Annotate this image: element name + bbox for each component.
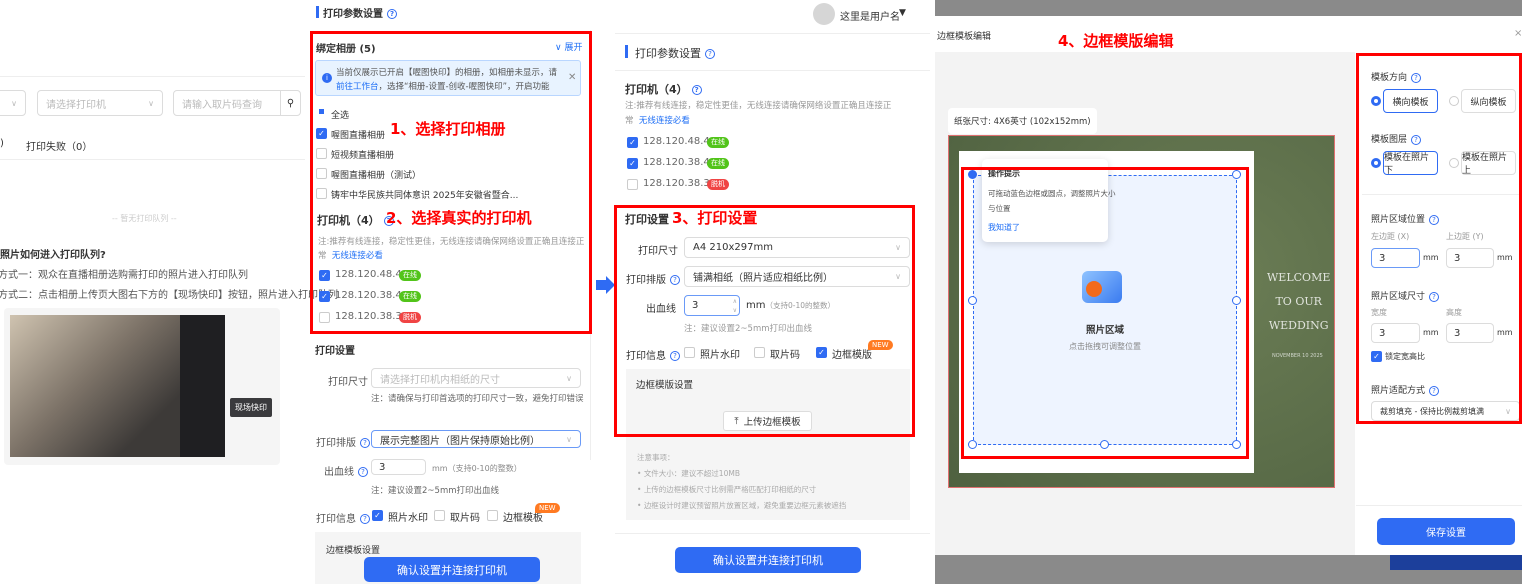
chevron-down-icon: ∨: [566, 434, 572, 444]
caret-down-icon[interactable]: ▼: [899, 8, 906, 18]
divider: [0, 159, 305, 160]
annotation-box: [614, 205, 915, 437]
print-info-label: 取片码: [450, 513, 480, 524]
title-bar-accent: [316, 6, 319, 18]
printer-select[interactable]: 请选择打印机 ∨: [37, 90, 163, 116]
bleed-input[interactable]: 3: [371, 459, 426, 475]
help-icon[interactable]: ?: [705, 49, 715, 59]
help-icon[interactable]: ?: [360, 514, 370, 524]
print-size-select[interactable]: 请选择打印机内相纸的尺寸 ∨: [371, 368, 581, 388]
printer-status-badge: 在线: [707, 137, 729, 148]
info-label: 打印信息: [316, 514, 356, 525]
help-title: 照片如何进入打印队列?: [0, 250, 106, 261]
layout-label: 打印排版: [316, 438, 356, 449]
template-line: WELCOME: [1267, 271, 1331, 284]
printer-status-badge: 在线: [707, 158, 729, 169]
annotation-box: [961, 167, 1249, 459]
search-button[interactable]: ⚲: [280, 90, 301, 116]
divider: [615, 70, 930, 71]
bleed-unit: mm（支持0-10的整数）: [432, 464, 522, 473]
printer-ip: 128.120.38.31: [643, 178, 717, 189]
bleed-label: 出血线: [324, 467, 354, 478]
divider: [1356, 505, 1522, 506]
confirm-connect-button[interactable]: 确认设置并连接打印机: [364, 557, 540, 582]
size-label: 打印尺寸: [328, 377, 368, 388]
help-method-2: 方式二：点击相册上传页大图右下方的【现场快印】按钮，照片进入打印队列: [0, 290, 338, 301]
bleed-note: 注：建议设置2~5mm打印出血线: [371, 486, 499, 496]
tab-print-failed[interactable]: 打印失败（0）: [26, 138, 92, 153]
printers-title: 打印机（4）: [625, 83, 688, 96]
print-info-checkbox[interactable]: [487, 510, 498, 521]
printer-select-placeholder: 请选择打印机: [46, 99, 106, 111]
printer-checkbox[interactable]: ✓: [627, 158, 638, 169]
search-icon: ⚲: [286, 97, 295, 109]
annotation-box: [1356, 53, 1522, 424]
printer-ip: 128.120.48.40: [643, 136, 717, 147]
example-photo: [10, 315, 180, 457]
paper-size-label: 纸张尺寸: 4X6英寸 (102x152mm): [948, 108, 1097, 134]
title-bar-accent: [625, 45, 628, 58]
divider: [615, 33, 930, 34]
quick-print-tooltip: 现场快印: [230, 398, 272, 417]
empty-queue-text: -- 暂无打印队列 --: [112, 214, 177, 223]
annotation-step-4: 4、边框模版编辑: [1058, 32, 1174, 50]
note-item: 边框设计时建议预留照片放置区域，避免重要边框元素被遮挡: [643, 501, 847, 510]
modal-title: 边框模板编辑: [937, 32, 992, 42]
panel-title: 打印参数设置: [323, 9, 383, 20]
help-icon[interactable]: ?: [358, 467, 368, 477]
arrow-right-icon: [596, 280, 606, 290]
layout-value: 展示完整图片（图片保持原始比例）: [380, 435, 540, 447]
size-note: 注：请确保与打印首选项的打印尺寸一致，避免打印错误: [371, 394, 584, 404]
username[interactable]: 这里是用户名: [840, 8, 900, 23]
modal-backdrop: [935, 0, 1522, 16]
frame-settings-title: 边框模板设置: [326, 546, 381, 556]
divider: [0, 76, 305, 77]
example-card: 现场快印: [4, 308, 280, 465]
help-method-1: 方式一：观众在直播相册选购需打印的照片进入打印队列: [0, 270, 248, 281]
code-search-input[interactable]: 请输入取片码查询: [173, 90, 281, 116]
bleed-value: 3: [379, 461, 386, 473]
code-search-placeholder: 请输入取片码查询: [182, 99, 262, 111]
chevron-down-icon: ∨: [148, 98, 154, 108]
close-icon[interactable]: ×: [1514, 28, 1522, 39]
save-settings-button[interactable]: 保存设置: [1377, 518, 1515, 545]
chevron-down-icon: ∨: [566, 373, 572, 383]
help-icon[interactable]: ?: [691, 85, 702, 95]
print-settings-title: 打印设置: [315, 346, 355, 357]
example-sidebar: [180, 315, 225, 457]
tab-previous[interactable]: ): [0, 138, 4, 149]
template-line: TO OUR: [1275, 295, 1322, 308]
divider: [615, 533, 930, 534]
new-badge: NEW: [535, 503, 560, 513]
wireless-guide-link[interactable]: 无线连接必看: [639, 116, 690, 126]
status-select[interactable]: ∨: [0, 90, 26, 116]
notes-title: 注意事项：: [637, 453, 675, 462]
note-item: 文件大小：建议不超过10MB: [643, 469, 740, 478]
template-date: NOVEMBER 10 2025: [1272, 353, 1323, 359]
annotation-box: [310, 31, 592, 334]
print-info-checkbox[interactable]: [434, 510, 445, 521]
size-placeholder: 请选择打印机内相纸的尺寸: [380, 374, 500, 386]
printer-ip: 128.120.38.40: [643, 157, 717, 168]
print-info-label: 照片水印: [388, 513, 428, 524]
note-item: 上传的边框模板尺寸比例需严格匹配打印相纸的尺寸: [643, 485, 817, 494]
panel-title: 打印参数设置: [635, 47, 701, 60]
chevron-down-icon: ∨: [11, 98, 17, 108]
template-text: WELCOME TO OUR WEDDING: [1267, 266, 1330, 338]
print-info-checkbox[interactable]: ✓: [372, 510, 383, 521]
layout-select[interactable]: 展示完整图片（图片保持原始比例） ∨: [371, 430, 581, 448]
printer-checkbox[interactable]: ✓: [627, 137, 638, 148]
background-button: [1390, 555, 1522, 570]
confirm-connect-button[interactable]: 确认设置并连接打印机: [675, 547, 861, 573]
template-line: WEDDING: [1268, 319, 1329, 332]
printer-checkbox[interactable]: [627, 179, 638, 190]
help-icon[interactable]: ?: [387, 9, 397, 19]
avatar[interactable]: [813, 3, 835, 25]
printer-status-badge: 脱机: [707, 179, 729, 190]
help-icon[interactable]: ?: [360, 438, 370, 448]
